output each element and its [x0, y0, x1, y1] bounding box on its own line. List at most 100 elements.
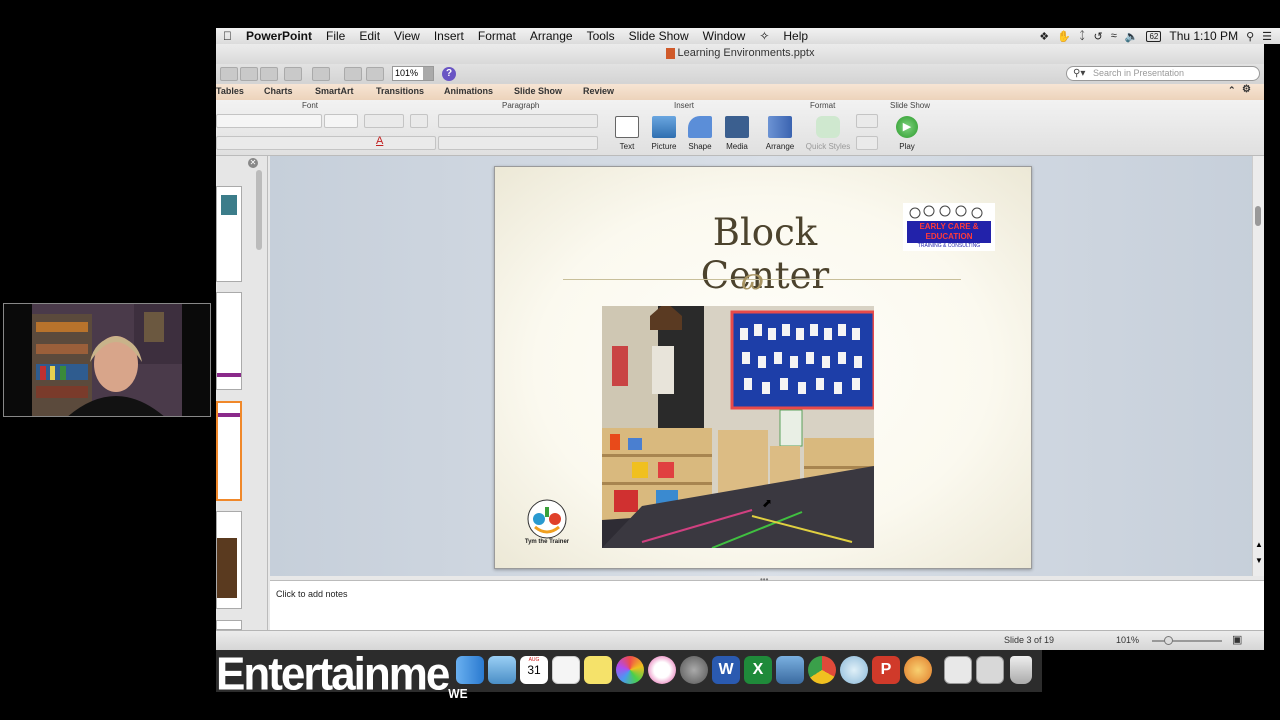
presenter-icon[interactable]: [776, 656, 804, 684]
font-size-buttons[interactable]: [364, 114, 404, 128]
slide-title[interactable]: Block Center: [645, 211, 885, 297]
trash-icon[interactable]: [1010, 656, 1032, 684]
photos-icon[interactable]: [616, 656, 644, 684]
slide-thumbnail-selected[interactable]: [216, 401, 242, 501]
menu-powerpoint[interactable]: PowerPoint: [239, 29, 319, 43]
arrange-button[interactable]: Arrange: [757, 116, 803, 151]
slide-thumbnail[interactable]: [216, 620, 242, 630]
tab-smartart[interactable]: SmartArt: [315, 86, 354, 96]
menu-file[interactable]: File: [319, 29, 352, 43]
menu-insert[interactable]: Insert: [427, 29, 471, 43]
slide-thumbnail[interactable]: [216, 292, 242, 390]
tab-slide-show[interactable]: Slide Show: [514, 86, 562, 96]
slide-thumbnail[interactable]: [216, 186, 242, 282]
shape-fill-icon[interactable]: [856, 114, 878, 128]
menu-arrange[interactable]: Arrange: [523, 29, 580, 43]
slide-sorter-icon[interactable]: [344, 67, 362, 81]
fit-to-window-icon[interactable]: ▣: [1232, 633, 1242, 646]
vertical-scrollbar[interactable]: ▲ ▼: [1252, 156, 1264, 576]
window-icon[interactable]: [976, 656, 1004, 684]
word-icon[interactable]: W: [712, 656, 740, 684]
previous-slide-icon[interactable]: ▲: [1255, 540, 1263, 549]
scroll-thumb[interactable]: [1255, 206, 1261, 226]
font-color-icon[interactable]: A: [376, 135, 383, 147]
menu-format[interactable]: Format: [471, 29, 523, 43]
zoom-field[interactable]: 101%: [392, 66, 434, 81]
zoom-slider[interactable]: [1152, 640, 1222, 642]
stickies-icon[interactable]: [584, 656, 612, 684]
flower-app-icon[interactable]: [904, 656, 932, 684]
script-menu-icon[interactable]: ✧: [752, 29, 776, 43]
slide-thumbnail[interactable]: [216, 511, 242, 609]
collapse-ribbon-icon[interactable]: ⌃: [1228, 85, 1236, 96]
hand-icon[interactable]: ✋: [1057, 30, 1071, 43]
menu-tools[interactable]: Tools: [580, 29, 622, 43]
finder-icon[interactable]: [456, 656, 484, 684]
alignment-buttons[interactable]: [438, 136, 598, 150]
zoom-dropdown-icon[interactable]: [423, 67, 433, 80]
notification-center-icon[interactable]: ☰: [1262, 30, 1272, 43]
dropbox-icon[interactable]: ❖: [1039, 30, 1049, 43]
list-buttons[interactable]: [438, 114, 598, 128]
network-icon[interactable]: [840, 656, 868, 684]
ribbon-settings-icon[interactable]: ⚙: [1242, 84, 1251, 95]
shape-line-icon[interactable]: [856, 136, 878, 150]
documents-icon[interactable]: [944, 656, 972, 684]
close-pane-icon[interactable]: ✕: [248, 158, 258, 168]
battery-icon[interactable]: 62: [1146, 30, 1162, 42]
powerpoint-icon[interactable]: P: [872, 656, 900, 684]
menu-slide-show[interactable]: Slide Show: [622, 29, 696, 43]
notes-icon[interactable]: [552, 656, 580, 684]
undo-icon[interactable]: [284, 67, 302, 81]
quick-styles-button[interactable]: Quick Styles: [805, 116, 851, 151]
menu-view[interactable]: View: [387, 29, 427, 43]
paste-icon[interactable]: [240, 67, 258, 81]
block-center-photo[interactable]: ⬈: [602, 306, 874, 548]
webcam-video: [4, 304, 210, 416]
calendar-icon[interactable]: AUG 31: [520, 656, 548, 684]
search-icon[interactable]: ⚲▾: [1073, 67, 1085, 80]
insert-media-button[interactable]: Media: [714, 116, 760, 151]
powerpoint-window: Learning Environments.pptx 101% ? ⚲▾ Sear…: [216, 44, 1264, 650]
format-painter-icon[interactable]: [260, 67, 278, 81]
tab-charts[interactable]: Charts: [264, 86, 293, 96]
tab-transitions[interactable]: Transitions: [376, 86, 424, 96]
system-preferences-icon[interactable]: [680, 656, 708, 684]
clock[interactable]: Thu 1:10 PM: [1169, 29, 1238, 43]
play-button[interactable]: ▶ Play: [884, 116, 930, 151]
notes-pane[interactable]: ••• Click to add notes: [270, 575, 1264, 632]
search-input[interactable]: ⚲▾ Search in Presentation: [1066, 66, 1260, 81]
tym-the-trainer-logo[interactable]: Tym the Trainer: [515, 497, 579, 551]
apple-menu-icon[interactable]: : [216, 29, 239, 43]
time-machine-icon[interactable]: ↺: [1093, 30, 1102, 43]
early-care-education-logo[interactable]: EARLY CARE & EDUCATION TRAINING & CONSUL…: [903, 203, 995, 251]
zoom-slider-knob[interactable]: [1164, 636, 1173, 645]
tab-tables[interactable]: Tables: [216, 86, 244, 96]
font-name-field[interactable]: [216, 114, 322, 128]
menu-window[interactable]: Window: [696, 29, 753, 43]
new-icon[interactable]: [220, 67, 238, 81]
clear-formatting-icon[interactable]: [410, 114, 428, 128]
itunes-icon[interactable]: [648, 656, 676, 684]
thumbnail-scrollbar[interactable]: [256, 170, 262, 250]
menu-edit[interactable]: Edit: [352, 29, 387, 43]
redo-icon[interactable]: [312, 67, 330, 81]
presenter-view-icon[interactable]: [366, 67, 384, 81]
spotlight-icon[interactable]: ⚲: [1246, 30, 1254, 43]
tab-animations[interactable]: Animations: [444, 86, 493, 96]
chrome-icon[interactable]: [808, 656, 836, 684]
menu-help[interactable]: Help: [776, 29, 815, 43]
wifi-icon[interactable]: ≈: [1111, 30, 1117, 42]
bluetooth-icon[interactable]: ᛨ: [1079, 30, 1086, 42]
next-slide-icon[interactable]: ▼: [1255, 556, 1263, 565]
font-style-buttons[interactable]: [216, 136, 436, 150]
notes-resize-handle[interactable]: •••: [760, 575, 768, 584]
tab-review[interactable]: Review: [583, 86, 614, 96]
font-size-field[interactable]: [324, 114, 358, 128]
notes-placeholder[interactable]: Click to add notes: [276, 589, 348, 599]
excel-icon[interactable]: X: [744, 656, 772, 684]
volume-icon[interactable]: 🔈: [1125, 30, 1139, 43]
slide[interactable]: Block Center ɷ EARLY CARE & EDUCATION TR…: [494, 166, 1032, 569]
mail-icon[interactable]: [488, 656, 516, 684]
help-button[interactable]: ?: [442, 67, 456, 81]
